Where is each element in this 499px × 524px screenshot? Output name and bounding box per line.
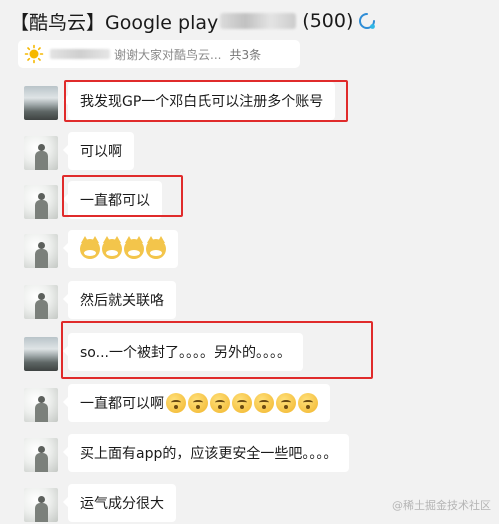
avatar[interactable] [24, 136, 58, 170]
message-bubble[interactable]: 一直都可以啊 [63, 384, 330, 422]
face-emoji-icon [254, 393, 274, 413]
cat-emoji-icon [146, 236, 166, 259]
message-bubble[interactable]: 可以啊 [63, 132, 134, 170]
avatar[interactable] [24, 185, 58, 219]
message-item: 一直都可以啊 [0, 384, 499, 424]
cat-emoji-icon [102, 236, 122, 259]
message-item [0, 230, 499, 270]
message-text: 一直都可以啊 [80, 396, 164, 412]
emoji-group [80, 236, 166, 259]
face-emoji-icon [166, 393, 186, 413]
message-item: 买上面有app的，应该更安全一些吧。。。。 [0, 434, 499, 474]
avatar[interactable] [24, 86, 58, 120]
message-bubble[interactable]: 运气成分很大 [63, 484, 176, 522]
highlight-box [64, 80, 348, 122]
avatar[interactable] [24, 438, 58, 472]
watermark: @稀土掘金技术社区 [392, 499, 491, 512]
message-text: 可以啊 [80, 144, 122, 160]
face-emoji-icon [210, 393, 230, 413]
avatar[interactable] [24, 488, 58, 522]
face-emoji-icon [188, 393, 208, 413]
avatar[interactable] [24, 234, 58, 268]
avatar[interactable] [24, 388, 58, 422]
highlight-box [62, 175, 183, 217]
message-list[interactable]: 我发现GP一个邓白氏可以注册多个账号 可以啊 一直都可以 然后就关联咯 so..… [0, 0, 499, 522]
message-bubble[interactable] [63, 230, 178, 268]
message-item: 可以啊 [0, 132, 499, 172]
message-item: 然后就关联咯 [0, 281, 499, 321]
message-bubble[interactable]: 然后就关联咯 [63, 281, 176, 319]
message-text: 然后就关联咯 [80, 293, 164, 309]
message-text: 运气成分很大 [80, 496, 164, 512]
face-emoji-icon [276, 393, 296, 413]
cat-emoji-icon [80, 236, 100, 259]
emoji-group [166, 393, 318, 413]
highlight-box [61, 321, 373, 379]
message-bubble[interactable]: 买上面有app的，应该更安全一些吧。。。。 [62, 434, 350, 472]
message-text: 买上面有app的，应该更安全一些吧。。。。 [80, 446, 338, 462]
avatar[interactable] [24, 285, 58, 319]
face-emoji-icon [232, 393, 252, 413]
cat-emoji-icon [124, 236, 144, 259]
avatar[interactable] [24, 337, 58, 371]
face-emoji-icon [298, 393, 318, 413]
